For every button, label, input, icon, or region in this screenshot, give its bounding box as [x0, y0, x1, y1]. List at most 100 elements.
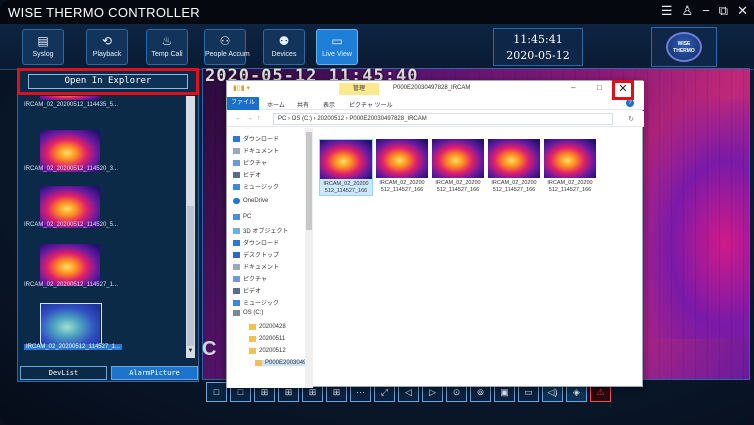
playback-icon: ⟲	[101, 34, 113, 48]
open-in-explorer-button[interactable]: Open In Explorer	[28, 74, 188, 89]
devices-button[interactable]: ⚉ Devices	[263, 29, 305, 65]
file-item[interactable]: IRCAM_02_20200 512_114527_166	[543, 139, 597, 194]
menu-icon[interactable]: ☰	[661, 3, 673, 19]
nav-label: 3D オブジェクト	[243, 229, 289, 235]
scrollbar-thumb[interactable]	[187, 206, 194, 346]
desktop-icon	[233, 251, 240, 258]
tab-home[interactable]: ホーム	[267, 100, 285, 109]
cloud-icon	[233, 198, 240, 204]
nav-scrollbar[interactable]	[305, 128, 312, 388]
refresh-icon[interactable]: ↻	[628, 115, 634, 123]
scrollbar-thumb[interactable]	[306, 132, 312, 230]
thermal-file-thumbnail	[544, 139, 596, 178]
file-item[interactable]: IRCAM_02_20200 512_114527_166	[431, 139, 485, 194]
devices-label: Devices	[271, 51, 297, 58]
playback-button[interactable]: ⟲ Playback	[86, 29, 128, 65]
syslog-label: Syslog	[32, 51, 54, 58]
thumbnail-caption: IRCAM_02_20200512_114435_5...	[24, 102, 118, 108]
nav-item-selected[interactable]: P000E2003049	[255, 360, 311, 366]
file-list: IRCAM_02_20200 512_114527_166 IRCAM_02_2…	[319, 131, 639, 381]
live-view-label: Live View	[322, 51, 352, 58]
document-icon	[233, 147, 240, 154]
file-item[interactable]: IRCAM_02_20200 512_114527_166	[487, 139, 541, 194]
drive-icon	[233, 310, 240, 316]
file-name: IRCAM_02_20200 512_114527_166	[491, 180, 537, 193]
download-icon	[233, 239, 240, 246]
close-icon[interactable]: ✕	[737, 3, 748, 19]
tab-devlist[interactable]: DevList	[20, 366, 107, 380]
thermal-file-thumbnail	[432, 139, 484, 178]
explorer-close-button[interactable]: ✕	[612, 80, 634, 100]
nav-item[interactable]: 20200512	[249, 348, 286, 354]
folder-icon	[249, 348, 256, 354]
nav-label: ミュージック	[243, 185, 279, 191]
nav-item[interactable]: ミュージック	[233, 182, 279, 191]
tab-picture-tools[interactable]: ピクチャ ツール	[349, 100, 393, 109]
folder-icon	[249, 324, 256, 330]
nav-item[interactable]: 20200428	[249, 324, 286, 330]
minimize-icon[interactable]: –	[571, 83, 575, 92]
tab-view[interactable]: 表示	[323, 100, 335, 109]
nav-label: デスクトップ	[243, 253, 280, 259]
nav-label: OneDrive	[243, 198, 269, 204]
main-toolbar: ▤ Syslog ⟲ Playback ♨ Temp Cali ⚇ People…	[0, 24, 754, 70]
playback-label: Playback	[92, 51, 122, 58]
maximize-icon[interactable]: □	[597, 83, 602, 92]
clock: 11:45:41 2020-05-12	[493, 28, 583, 66]
panel-tabs: DevList AlarmPicture	[20, 366, 198, 380]
file-item[interactable]: IRCAM_02_20200 512_114527_166	[375, 139, 429, 194]
nav-item[interactable]: ピクチャ	[233, 158, 267, 167]
address-bar[interactable]: PC › OS (C:) › 20200512 › P000E200304978…	[273, 113, 613, 125]
open-in-explorer-highlight: Open In Explorer	[17, 68, 199, 95]
minimize-icon[interactable]: −	[702, 3, 710, 19]
window-controls: ☰ ♙ − ⧉ ✕	[661, 3, 748, 19]
navigation-arrows-icon[interactable]: ←→↑	[235, 115, 265, 122]
layout-1-icon[interactable]: □	[206, 382, 227, 402]
people-accum-button[interactable]: ⚇ People Accum	[204, 29, 250, 65]
temp-cali-button[interactable]: ♨ Temp Cali	[146, 29, 188, 65]
live-view-button[interactable]: ▭ Live View	[316, 29, 358, 65]
live-view-icon: ▭	[331, 34, 343, 48]
nav-item[interactable]: ビデオ	[233, 170, 261, 179]
nav-item[interactable]: デスクトップ	[233, 250, 279, 259]
help-icon[interactable]: ?	[626, 99, 634, 107]
syslog-button[interactable]: ▤ Syslog	[22, 29, 64, 65]
nav-item[interactable]: PC	[233, 214, 251, 220]
music-icon	[233, 183, 240, 190]
nav-item[interactable]: OneDrive	[233, 198, 268, 204]
thermal-file-thumbnail	[488, 139, 540, 178]
nav-item[interactable]: ドキュメント	[233, 262, 279, 271]
nav-item[interactable]: ピクチャ	[233, 274, 267, 283]
nav-label: 20200428	[259, 324, 286, 330]
file-name: IRCAM_02_20200 512_114527_166	[323, 181, 369, 194]
tab-file[interactable]: ファイル	[227, 97, 259, 110]
nav-item[interactable]: ダウンロード	[233, 238, 279, 247]
explorer-title-bar: ▮▯▮ ▾ 管理 P000E20030497828_IRCAM – □	[227, 81, 644, 97]
nav-item[interactable]: ダウンロード	[233, 134, 279, 143]
nav-label: OS (C:)	[243, 310, 264, 316]
tab-manage[interactable]: 管理	[339, 83, 379, 95]
nav-item[interactable]: ミュージック	[233, 298, 279, 307]
nav-label: P000E2003049	[265, 360, 307, 366]
file-name: IRCAM_02_20200 512_114527_166	[379, 180, 425, 193]
chevron-down-icon[interactable]: ▼	[186, 348, 195, 358]
file-item[interactable]: IRCAM_02_20200 512_114527_166	[319, 139, 373, 196]
app-window: WISE THERMO CONTROLLER ☰ ♙ − ⧉ ✕ ▤ Syslo…	[0, 0, 754, 425]
restore-icon[interactable]: ⧉	[719, 3, 728, 19]
download-icon	[233, 135, 240, 142]
nav-item[interactable]: 20200511	[249, 336, 285, 342]
file-name: IRCAM_02_20200 512_114527_166	[435, 180, 481, 193]
folder-icon: ▮▯▮ ▾	[233, 85, 251, 92]
tab-alarm-picture[interactable]: AlarmPicture	[111, 366, 198, 380]
tab-share[interactable]: 共有	[297, 100, 309, 109]
nav-item[interactable]: 3D オブジェクト	[233, 226, 288, 235]
nav-item[interactable]: ビデオ	[233, 286, 261, 295]
user-icon[interactable]: ♙	[682, 3, 694, 19]
viewer-overlay-text: C	[202, 338, 217, 360]
nav-item[interactable]: OS (C:)	[233, 310, 263, 316]
nav-label: 20200512	[259, 348, 286, 354]
thermal-thumbnail	[40, 244, 100, 286]
nav-label: ミュージック	[243, 301, 279, 307]
nav-item[interactable]: ドキュメント	[233, 146, 279, 155]
thumbnail-scrollbar[interactable]: ▼	[186, 96, 195, 358]
